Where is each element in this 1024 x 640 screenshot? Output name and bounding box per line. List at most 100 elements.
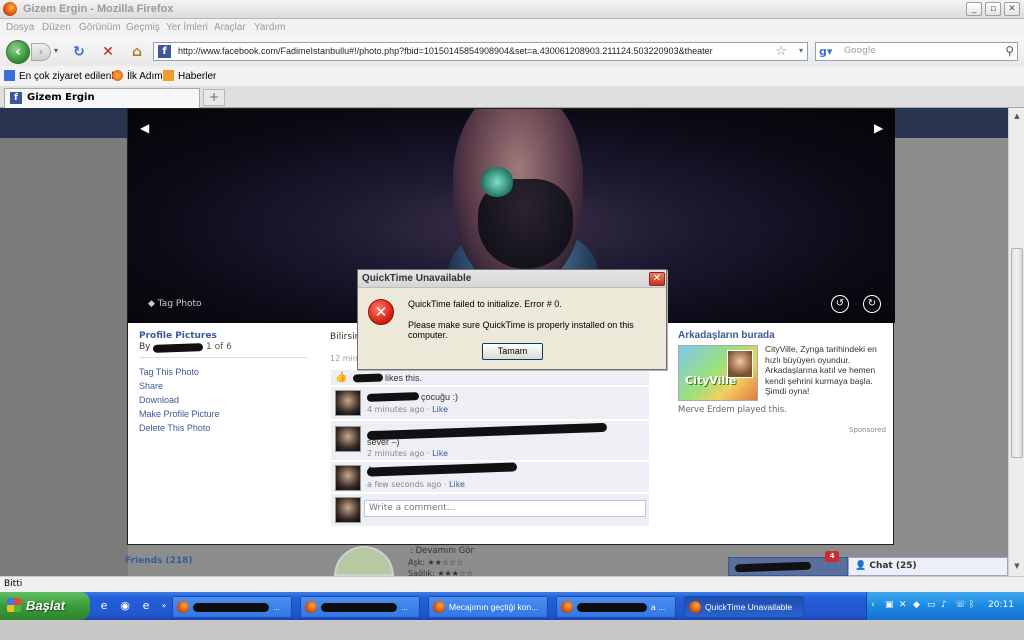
scroll-down-icon[interactable]: ▼ <box>1011 560 1023 572</box>
rss-icon <box>163 70 174 81</box>
comment-time: 4 minutes ago · Like <box>367 405 449 414</box>
comment-text: sever –) <box>367 437 400 447</box>
phone-icon[interactable]: ☏ <box>955 600 966 610</box>
maximize-button[interactable]: ▫ <box>985 2 1001 16</box>
bookmark-news[interactable]: Haberler <box>163 70 216 82</box>
redaction <box>366 422 608 441</box>
notification-badge: 4 <box>825 551 839 562</box>
ie-icon[interactable]: e <box>96 598 112 614</box>
redaction <box>152 343 204 353</box>
quicklaunch-expand-icon[interactable]: » <box>156 598 172 614</box>
redaction <box>366 462 518 477</box>
sound-icon[interactable]: ♪ <box>941 600 951 610</box>
menu-help[interactable]: Yardım <box>254 22 286 33</box>
stop-icon[interactable]: ✕ <box>99 43 117 61</box>
shield-icon[interactable]: ◆ <box>913 600 923 610</box>
status-bar: Bitti <box>0 576 1024 592</box>
menu-edit[interactable]: Düzen <box>42 22 71 33</box>
start-button[interactable]: Başlat <box>0 592 90 620</box>
photo-caption: Bilirsin <box>330 332 361 342</box>
album-link[interactable]: Profile Pictures <box>139 331 217 341</box>
redaction <box>193 603 269 612</box>
photo-position: 1 of 6 <box>206 342 232 352</box>
ad-text[interactable]: CityVille, Zynga tarihindeki en hızlı bü… <box>765 344 890 397</box>
taskbar-item[interactable]: ... <box>300 596 420 618</box>
next-photo-icon[interactable]: ▶ <box>874 121 883 135</box>
task-label: QuickTime Unavailable <box>705 602 793 612</box>
page-left-column <box>0 138 128 576</box>
quicktime-error-dialog: QuickTime Unavailable ✕ ✕ QuickTime fail… <box>357 269 667 370</box>
friends-count[interactable]: Friends (218) <box>125 556 193 566</box>
rotate-left-icon[interactable]: ↺ <box>831 295 849 313</box>
menu-tools[interactable]: Araçlar <box>214 22 246 33</box>
avatar[interactable] <box>335 465 361 491</box>
tag-photo-button[interactable]: ◆ Tag Photo <box>148 299 202 309</box>
url-text: http://www.facebook.com/FadimeIstanbullu… <box>178 46 713 56</box>
tag-this-photo-link[interactable]: Tag This Photo <box>139 367 199 377</box>
avatar[interactable] <box>335 426 361 452</box>
redaction <box>321 603 397 612</box>
bluetooth-icon[interactable]: ᛒ <box>969 600 979 610</box>
url-dropdown-icon[interactable]: ▾ <box>799 46 803 55</box>
start-label: Başlat <box>26 598 66 613</box>
firefox-icon <box>561 601 573 613</box>
menu-view[interactable]: Görünüm <box>79 22 121 33</box>
comment-like-link[interactable]: Like <box>432 405 448 414</box>
read-more-link[interactable]: : Devamını Gör <box>410 546 474 556</box>
monitor-icon[interactable]: ▭ <box>927 600 937 610</box>
taskbar-item-active[interactable]: QuickTime Unavailable <box>684 596 804 618</box>
chat-bar[interactable]: 👤 Chat (25) <box>848 557 1008 576</box>
scroll-thumb[interactable] <box>1011 248 1023 458</box>
comment-like-link[interactable]: Like <box>432 449 448 458</box>
ad-heading: Arkadaşların burada <box>678 330 775 341</box>
download-link[interactable]: Download <box>139 395 179 405</box>
taskbar-item[interactable]: ... <box>172 596 292 618</box>
reload-icon[interactable]: ↻ <box>70 43 88 61</box>
taskbar-item[interactable]: a ... <box>556 596 676 618</box>
comment-like-link[interactable]: Like <box>449 480 465 489</box>
home-icon[interactable]: ⌂ <box>128 43 146 61</box>
network-icon[interactable]: ▣ <box>885 600 895 610</box>
comment-input[interactable]: Write a comment... <box>364 500 646 517</box>
close-window-button[interactable]: ✕ <box>1004 2 1020 16</box>
google-icon[interactable]: g▾ <box>819 45 833 59</box>
search-icon[interactable]: ⚲ <box>1005 44 1014 58</box>
ie-icon[interactable]: e <box>138 598 154 614</box>
bookmark-most-visited[interactable]: En çok ziyaret edilenler <box>4 70 122 82</box>
bookmark-getting-started[interactable]: İlk Adım <box>112 70 163 82</box>
new-tab-button[interactable]: + <box>203 89 225 106</box>
share-link[interactable]: Share <box>139 381 163 391</box>
ad-image[interactable]: CityVille <box>678 345 758 401</box>
comment-item: sever –) 2 minutes ago · Like <box>331 421 649 461</box>
page-scrollbar[interactable]: ▲ ▼ <box>1008 108 1024 576</box>
url-bar[interactable]: f http://www.facebook.com/FadimeIstanbul… <box>153 42 808 61</box>
back-button[interactable]: ‹ <box>6 40 30 64</box>
ok-button[interactable]: Tamam <box>482 343 543 360</box>
minimize-button[interactable]: _ <box>966 2 982 16</box>
avatar[interactable] <box>335 390 361 416</box>
menu-file[interactable]: Dosya <box>6 22 34 33</box>
sponsored-label: Sponsored <box>849 426 887 434</box>
delete-photo-link[interactable]: Delete This Photo <box>139 423 210 433</box>
dialog-close-button[interactable]: ✕ <box>649 272 665 286</box>
tab-gizem-ergin[interactable]: f Gizem Ergin <box>4 88 200 108</box>
bookmark-star-icon[interactable]: ☆ <box>775 44 787 59</box>
tray-expand-icon[interactable]: ‹ <box>871 600 881 610</box>
taskbar-item[interactable]: Mecajımın geçtiği kon... <box>428 596 548 618</box>
menu-bookmarks[interactable]: Yer İmleri <box>166 22 208 33</box>
scroll-up-icon[interactable]: ▲ <box>1011 110 1023 122</box>
dialog-titlebar: QuickTime Unavailable ✕ <box>358 270 666 288</box>
security-icon[interactable]: ✕ <box>899 600 909 610</box>
previous-photo-icon[interactable]: ◀ <box>140 121 149 135</box>
history-dropdown-icon[interactable]: ▾ <box>54 46 58 55</box>
forward-button[interactable]: › <box>31 43 51 61</box>
menu-history[interactable]: Geçmiş <box>126 22 160 33</box>
bookmarks-toolbar: En çok ziyaret edilenler İlk Adım Haberl… <box>0 66 1024 86</box>
taskbar-clock: 20:11 <box>988 600 1014 610</box>
make-profile-picture-link[interactable]: Make Profile Picture <box>139 409 220 419</box>
facebook-favicon-icon: f <box>158 45 171 58</box>
search-bar[interactable]: g▾ Google ⚲ <box>815 42 1018 61</box>
bookmark-label: Haberler <box>178 71 217 82</box>
rotate-right-icon[interactable]: ↻ <box>863 295 881 313</box>
firefox-quicklaunch-icon[interactable]: ◉ <box>117 598 133 614</box>
